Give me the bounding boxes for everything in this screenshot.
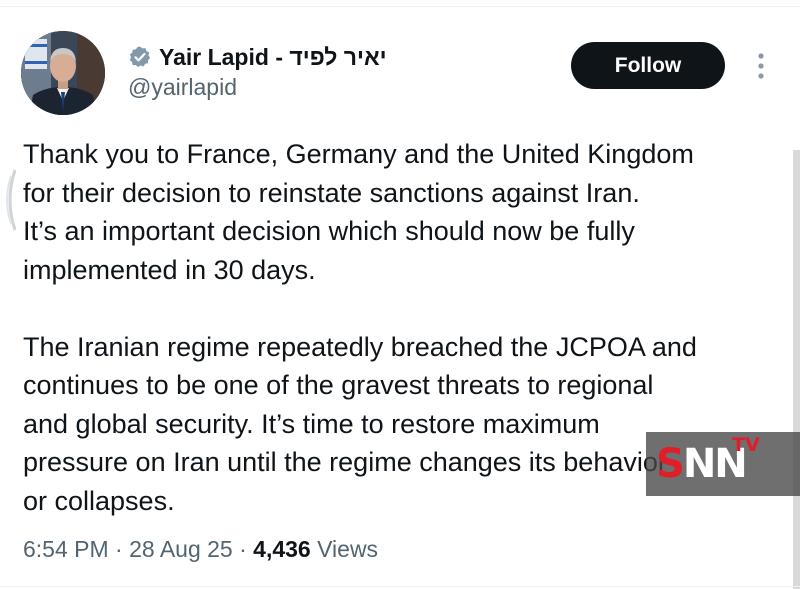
- follow-button[interactable]: Follow: [571, 42, 725, 89]
- avatar[interactable]: [21, 31, 105, 115]
- top-divider: [0, 6, 800, 7]
- profile-photo: [21, 31, 105, 115]
- tweet-metadata: 6:54 PM · 28 Aug 25 · 4,436 Views: [23, 536, 378, 563]
- meta-separator: ·: [239, 536, 247, 562]
- tweet-view: Yair Lapid - יאיר לפיד @yairlapid Follow…: [0, 0, 800, 589]
- edge-panel-handle[interactable]: [2, 168, 18, 232]
- more-vertical-icon[interactable]: [750, 50, 772, 82]
- meta-separator: ·: [115, 536, 123, 562]
- tweet-paragraph-1: Thank you to France, Germany and the Uni…: [23, 139, 694, 285]
- bottom-divider: [0, 586, 800, 587]
- tweet-date[interactable]: 28 Aug 25: [129, 536, 233, 562]
- author-name-row[interactable]: Yair Lapid - יאיר לפיד: [128, 42, 387, 72]
- tweet-time[interactable]: 6:54 PM: [23, 536, 109, 562]
- author-display-name[interactable]: Yair Lapid - יאיר לפיד: [159, 44, 387, 71]
- watermark-tv-label: TV: [732, 434, 760, 456]
- verified-badge-icon: [129, 46, 151, 67]
- views-count: 4,436: [253, 536, 311, 562]
- scrollbar[interactable]: [793, 150, 800, 589]
- views-label: Views: [317, 536, 379, 562]
- snn-tv-watermark: SNN TV: [646, 432, 800, 496]
- author-handle[interactable]: @yairlapid: [128, 74, 237, 101]
